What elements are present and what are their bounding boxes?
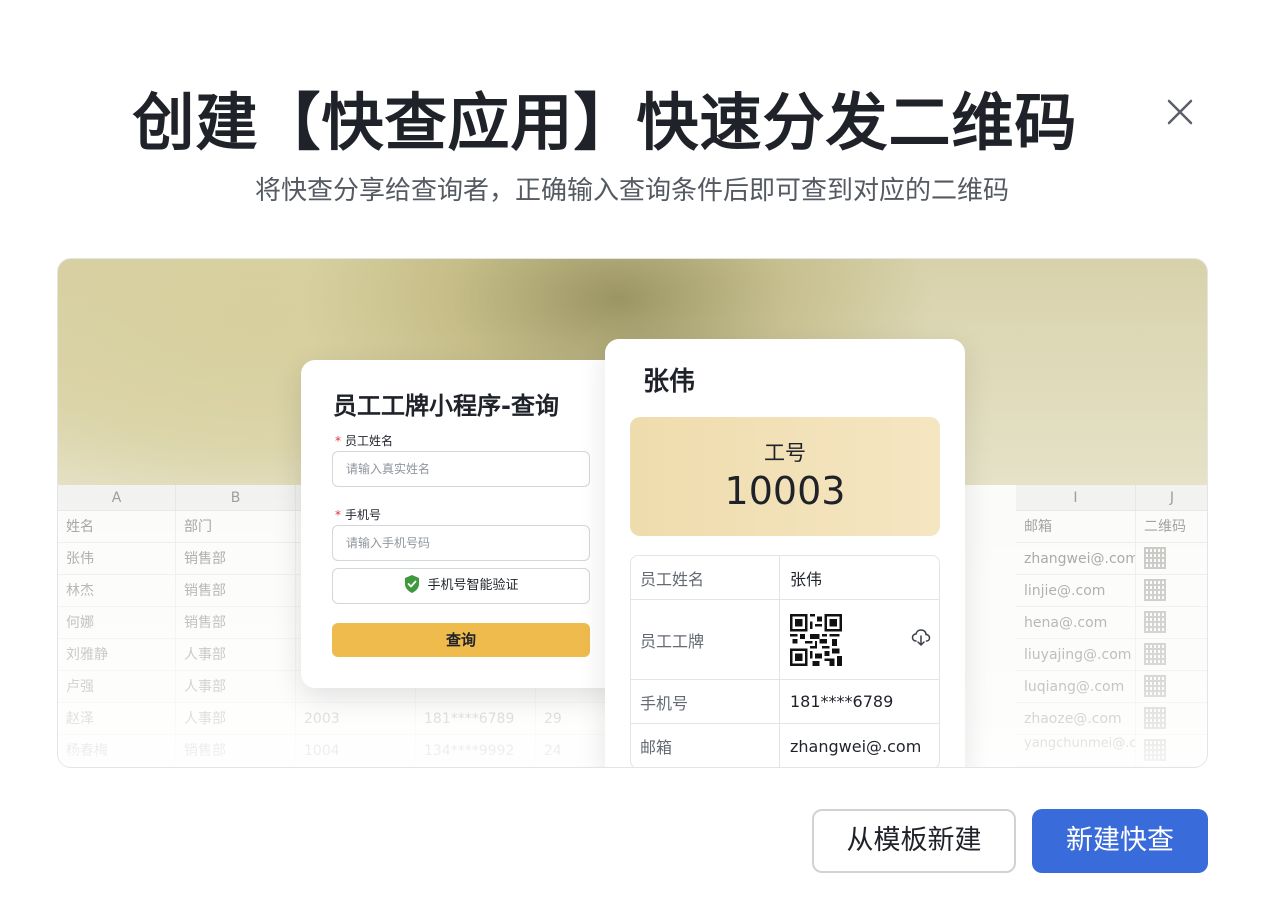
- info-row: 邮箱 zhangwei@.com: [631, 724, 939, 767]
- phone-verify-button[interactable]: 手机号智能验证: [332, 568, 590, 604]
- table-cell: 人事部: [176, 703, 296, 735]
- column-header: 姓名: [58, 511, 176, 543]
- close-icon: [1167, 99, 1193, 125]
- qr-thumbnail-icon: [1144, 610, 1166, 633]
- preview-illustration: A 姓名 B 部门 I 邮箱 J 二维码 张伟 销售部 zhangwei@.com 林杰 销售部 linj…: [57, 258, 1208, 768]
- employee-id-label: 工号: [764, 441, 806, 465]
- info-row: 员工姓名 张伟: [631, 556, 939, 600]
- info-row: 员工工牌: [631, 600, 939, 680]
- cloud-download-icon[interactable]: [911, 628, 931, 648]
- column-header: 邮箱: [1016, 511, 1136, 543]
- query-button[interactable]: 查询: [332, 623, 590, 657]
- table-cell: 赵泽: [58, 703, 176, 735]
- result-info-table: 员工姓名 张伟 员工工牌 手机号 181****6789 邮箱 zhangwei…: [630, 555, 940, 767]
- table-cell: liuyajing@.com: [1016, 639, 1136, 671]
- table-cell: 杨春梅: [58, 735, 176, 767]
- name-input[interactable]: 请输入真实姓名: [332, 451, 590, 487]
- table-cell: [1136, 575, 1207, 607]
- qr-thumbnail-icon: [1144, 642, 1166, 665]
- info-value: 张伟: [790, 569, 823, 589]
- table-cell: linjie@.com: [1016, 575, 1136, 607]
- table-cell: [1136, 703, 1207, 735]
- table-cell: 销售部: [176, 735, 296, 767]
- column-letter: A: [58, 485, 176, 511]
- column-letter: I: [1016, 485, 1136, 511]
- table-cell: 何娜: [58, 607, 176, 639]
- shield-check-icon: [405, 575, 420, 593]
- qr-code-icon: [790, 613, 842, 666]
- result-card: 张伟 工号 10003 员工姓名 张伟 员工工牌 手机号 181****6789…: [605, 339, 965, 767]
- column-header: 部门: [176, 511, 296, 543]
- info-key: 员工工牌: [631, 600, 780, 679]
- table-cell: hena@.com: [1016, 607, 1136, 639]
- new-from-template-button[interactable]: 从模板新建: [812, 809, 1016, 873]
- result-name: 张伟: [643, 367, 696, 397]
- info-key: 邮箱: [631, 724, 780, 767]
- table-cell: [1136, 639, 1207, 671]
- table-cell: 人事部: [176, 639, 296, 671]
- info-key: 手机号: [631, 680, 780, 723]
- table-cell: 1004: [296, 735, 416, 767]
- table-cell: 销售部: [176, 543, 296, 575]
- table-cell: zhangwei@.com: [1016, 543, 1136, 575]
- query-form-card: 员工工牌小程序-查询 * 员工姓名 请输入真实姓名 * 手机号 请输入手机号码 手机…: [301, 360, 621, 688]
- table-cell: 林杰: [58, 575, 176, 607]
- name-field-label: * 员工姓名: [335, 434, 394, 448]
- table-cell: [1136, 607, 1207, 639]
- dialog-title: 创建【快查应用】快速分发二维码: [132, 86, 1078, 159]
- employee-id-box: 工号 10003: [630, 417, 940, 536]
- table-cell: 人事部: [176, 671, 296, 703]
- info-value: zhangwei@.com: [790, 736, 922, 756]
- form-title: 员工工牌小程序-查询: [333, 392, 559, 420]
- table-cell: 销售部: [176, 607, 296, 639]
- table-cell: [1136, 543, 1207, 575]
- info-key: 员工姓名: [631, 556, 780, 599]
- table-cell: luqiang@.com: [1016, 671, 1136, 703]
- column-header: 二维码: [1136, 511, 1207, 543]
- column-letter: J: [1136, 485, 1207, 511]
- table-cell: 张伟: [58, 543, 176, 575]
- table-cell: yangchunmei@.com: [1016, 735, 1136, 767]
- info-value: 181****6789: [790, 692, 894, 711]
- new-quick-query-button[interactable]: 新建快查: [1032, 809, 1208, 873]
- table-cell: [1136, 735, 1207, 767]
- table-cell: 销售部: [176, 575, 296, 607]
- qr-thumbnail-icon: [1144, 706, 1166, 729]
- table-cell: zhaoze@.com: [1016, 703, 1136, 735]
- table-cell: [1136, 671, 1207, 703]
- table-cell: 181****6789: [416, 703, 536, 735]
- qr-thumbnail-icon: [1144, 738, 1166, 761]
- dialog-subtitle: 将快查分享给查询者，正确输入查询条件后即可查到对应的二维码: [254, 176, 1009, 206]
- table-cell: 2003: [296, 703, 416, 735]
- phone-input[interactable]: 请输入手机号码: [332, 525, 590, 561]
- column-letter: B: [176, 485, 296, 511]
- table-cell: 134****9992: [416, 735, 536, 767]
- phone-field-label: * 手机号: [335, 508, 382, 522]
- info-value: [780, 600, 939, 679]
- table-cell: 刘雅静: [58, 639, 176, 671]
- info-row: 手机号 181****6789: [631, 680, 939, 724]
- qr-thumbnail-icon: [1144, 578, 1166, 601]
- table-cell: 卢强: [58, 671, 176, 703]
- employee-id-value: 10003: [724, 469, 846, 513]
- close-button[interactable]: [1160, 92, 1200, 132]
- qr-thumbnail-icon: [1144, 546, 1166, 569]
- qr-thumbnail-icon: [1144, 674, 1166, 697]
